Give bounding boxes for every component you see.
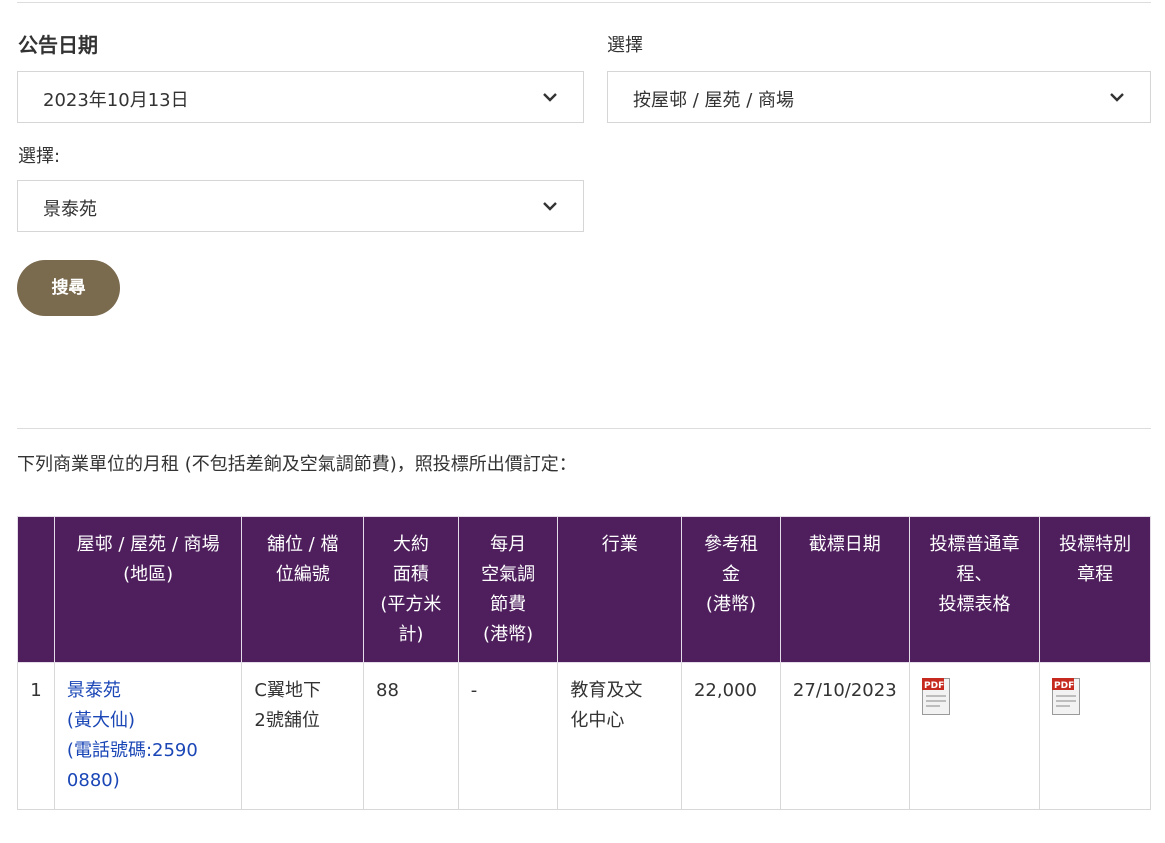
type-select[interactable]: 按屋邨 / 屋苑 / 商場 [607, 71, 1151, 123]
chevron-down-icon [1110, 93, 1124, 102]
table-row: 1 景泰苑 (黃大仙) (電話號碼:2590 0880) C翼地下 2號舖位 8… [17, 662, 1151, 810]
header-closing-date: 截標日期 [779, 516, 910, 663]
search-button[interactable]: 搜尋 [17, 260, 120, 316]
top-divider [17, 2, 1151, 3]
header-estate: 屋邨 / 屋苑 / 商場 (地區) [53, 516, 243, 663]
general-doc-cell: PDF [908, 662, 1041, 810]
closing-date-cell: 27/10/2023 [779, 662, 910, 810]
header-general-doc: 投標普通章 程、 投標表格 [908, 516, 1041, 663]
header-ac-fee: 每月 空氣調 節費 (港幣) [457, 516, 559, 663]
estate-cell: 景泰苑 (黃大仙) (電話號碼:2590 0880) [53, 662, 243, 810]
shop-no-cell: C翼地下 2號舖位 [241, 662, 364, 810]
pdf-icon[interactable]: PDF [1052, 678, 1081, 715]
tender-table: 屋邨 / 屋苑 / 商場 (地區) 舖位 / 檔 位編號 大約 面積 (平方米 … [17, 516, 1151, 810]
intro-text: 下列商業單位的月租 (不包括差餉及空氣調節費)，照投標所出價訂定： [17, 454, 577, 475]
header-index [17, 516, 55, 663]
svg-text:PDF: PDF [1054, 681, 1074, 691]
table-header-row: 屋邨 / 屋苑 / 商場 (地區) 舖位 / 檔 位編號 大約 面積 (平方米 … [17, 516, 1151, 663]
chevron-down-icon [543, 202, 557, 211]
trade-cell: 教育及文 化中心 [557, 662, 682, 810]
special-doc-cell: PDF [1039, 662, 1151, 810]
area-cell: 88 [363, 662, 459, 810]
type-label: 選擇 [607, 35, 643, 56]
header-rent: 參考租 金 (港幣) [680, 516, 781, 663]
header-area: 大約 面積 (平方米 計) [363, 516, 459, 663]
pdf-icon[interactable]: PDF [921, 678, 950, 715]
header-trade: 行業 [557, 516, 682, 663]
phone-link[interactable]: (電話號碼:2590 0880) [67, 736, 230, 796]
ac-fee-cell: - [457, 662, 559, 810]
chevron-down-icon [543, 93, 557, 102]
estate-label: 選擇: [18, 146, 61, 167]
estate-link[interactable]: 景泰苑 [67, 676, 230, 706]
header-special-doc: 投標特別 章程 [1039, 516, 1151, 663]
rent-cell: 22,000 [680, 662, 781, 810]
svg-text:PDF: PDF [924, 681, 944, 691]
district-link[interactable]: (黃大仙) [67, 706, 230, 736]
type-select-value: 按屋邨 / 屋苑 / 商場 [633, 90, 795, 111]
section-divider [17, 428, 1151, 429]
date-select[interactable]: 2023年10月13日 [17, 71, 584, 123]
row-index: 1 [17, 662, 55, 810]
header-shop-no: 舖位 / 檔 位編號 [241, 516, 364, 663]
estate-select[interactable]: 景泰苑 [17, 180, 584, 232]
date-select-value: 2023年10月13日 [43, 90, 189, 111]
date-label: 公告日期 [18, 33, 98, 57]
estate-select-value: 景泰苑 [43, 199, 97, 220]
